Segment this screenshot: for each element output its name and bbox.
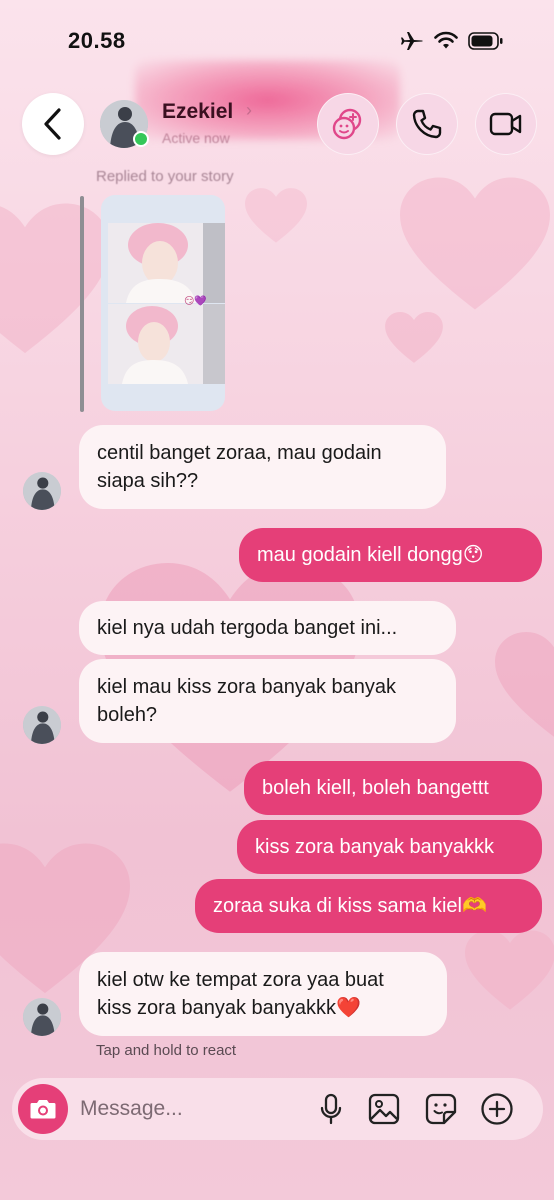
status-icons <box>400 30 504 52</box>
airplane-icon <box>401 32 423 50</box>
story-sticker-emoji: 😏💜 <box>184 296 207 307</box>
heart-decoration <box>385 312 443 363</box>
reply-indicator-line <box>80 196 84 412</box>
status-time: 20.58 <box>68 28 126 53</box>
sticker-icon <box>425 1093 457 1125</box>
camera-button[interactable] <box>18 1084 68 1134</box>
message-bubble-outgoing[interactable]: zoraa suka di kiss sama kiel🫶 <box>195 879 542 933</box>
sender-avatar[interactable] <box>23 998 61 1036</box>
active-status: Active now <box>162 130 230 146</box>
add-button[interactable] <box>480 1092 514 1126</box>
back-button[interactable] <box>22 93 84 155</box>
message-bubble-outgoing[interactable]: boleh kiell, boleh bangettt <box>244 761 542 815</box>
message-text-line: mau godain kiell dongg😯 <box>257 544 484 566</box>
message-bubble-incoming[interactable]: centil banget zoraa, mau godain siapa si… <box>79 425 446 509</box>
avatar-image <box>23 998 61 1036</box>
contact-name[interactable]: Ezekiel <box>162 100 233 124</box>
message-text-line: centil banget zoraa, mau godain <box>97 442 382 464</box>
gallery-button[interactable] <box>367 1092 401 1126</box>
sticker-button[interactable] <box>424 1092 458 1126</box>
avatar-image <box>23 706 61 744</box>
effects-button[interactable] <box>317 93 379 155</box>
sender-avatar[interactable] <box>23 706 61 744</box>
video-icon <box>489 112 522 136</box>
back-chevron-icon <box>44 108 61 140</box>
microphone-button[interactable] <box>314 1092 348 1126</box>
message-input[interactable] <box>80 1093 300 1125</box>
replied-to-story-label: Replied to your story <box>96 168 234 185</box>
message-text-line: kiss zora banyak banyakkk <box>255 836 495 858</box>
story-image <box>108 304 225 384</box>
story-photo-top <box>108 223 225 303</box>
message-bubble-outgoing[interactable]: mau godain kiell dongg😯 <box>239 528 542 582</box>
camera-icon <box>30 1100 56 1119</box>
message-text-line: siapa sih?? <box>97 470 199 492</box>
react-hint: Tap and hold to react <box>96 1042 237 1059</box>
online-indicator <box>133 131 149 147</box>
name-chevron-icon: › <box>246 100 252 120</box>
microphone-icon <box>320 1093 342 1125</box>
story-image <box>108 223 225 303</box>
message-text-line: boleh kiell, boleh bangettt <box>262 777 489 799</box>
video-call-button[interactable] <box>475 93 537 155</box>
heart-decoration <box>400 177 550 310</box>
heart-decoration <box>495 632 554 737</box>
message-text-line: kiel mau kiss zora banyak banyak <box>97 676 397 698</box>
message-composer <box>12 1078 543 1140</box>
message-text-line: kiel otw ke tempat zora yaa buat <box>97 969 384 991</box>
message-bubble-outgoing[interactable]: kiss zora banyak banyakkk <box>237 820 542 874</box>
avatar-image <box>23 472 61 510</box>
gallery-icon <box>368 1093 400 1125</box>
message-text-line: kiel nya udah tergoda banget ini... <box>97 617 398 639</box>
heart-decoration <box>465 930 554 1010</box>
story-photo-bottom <box>108 304 225 384</box>
message-bubble-incoming[interactable]: kiel mau kiss zora banyak banyak boleh? <box>79 659 456 743</box>
message-text-line: boleh? <box>97 704 158 726</box>
message-text-line: zoraa suka di kiss sama kiel🫶 <box>213 895 487 917</box>
battery-icon <box>468 32 503 50</box>
message-bubble-incoming[interactable]: kiel otw ke tempat zora yaa buat kiss zo… <box>79 952 447 1036</box>
voice-call-button[interactable] <box>396 93 458 155</box>
plus-icon <box>481 1093 513 1125</box>
message-bubble-incoming[interactable]: kiel nya udah tergoda banget ini... <box>79 601 456 655</box>
sender-avatar[interactable] <box>23 472 61 510</box>
heart-decoration <box>0 203 110 354</box>
effects-icon <box>332 108 362 140</box>
phone-icon <box>412 109 442 139</box>
message-text-line: kiss zora banyak banyakkk❤️ <box>97 997 361 1019</box>
heart-decoration <box>245 188 307 243</box>
wifi-icon <box>434 31 458 49</box>
